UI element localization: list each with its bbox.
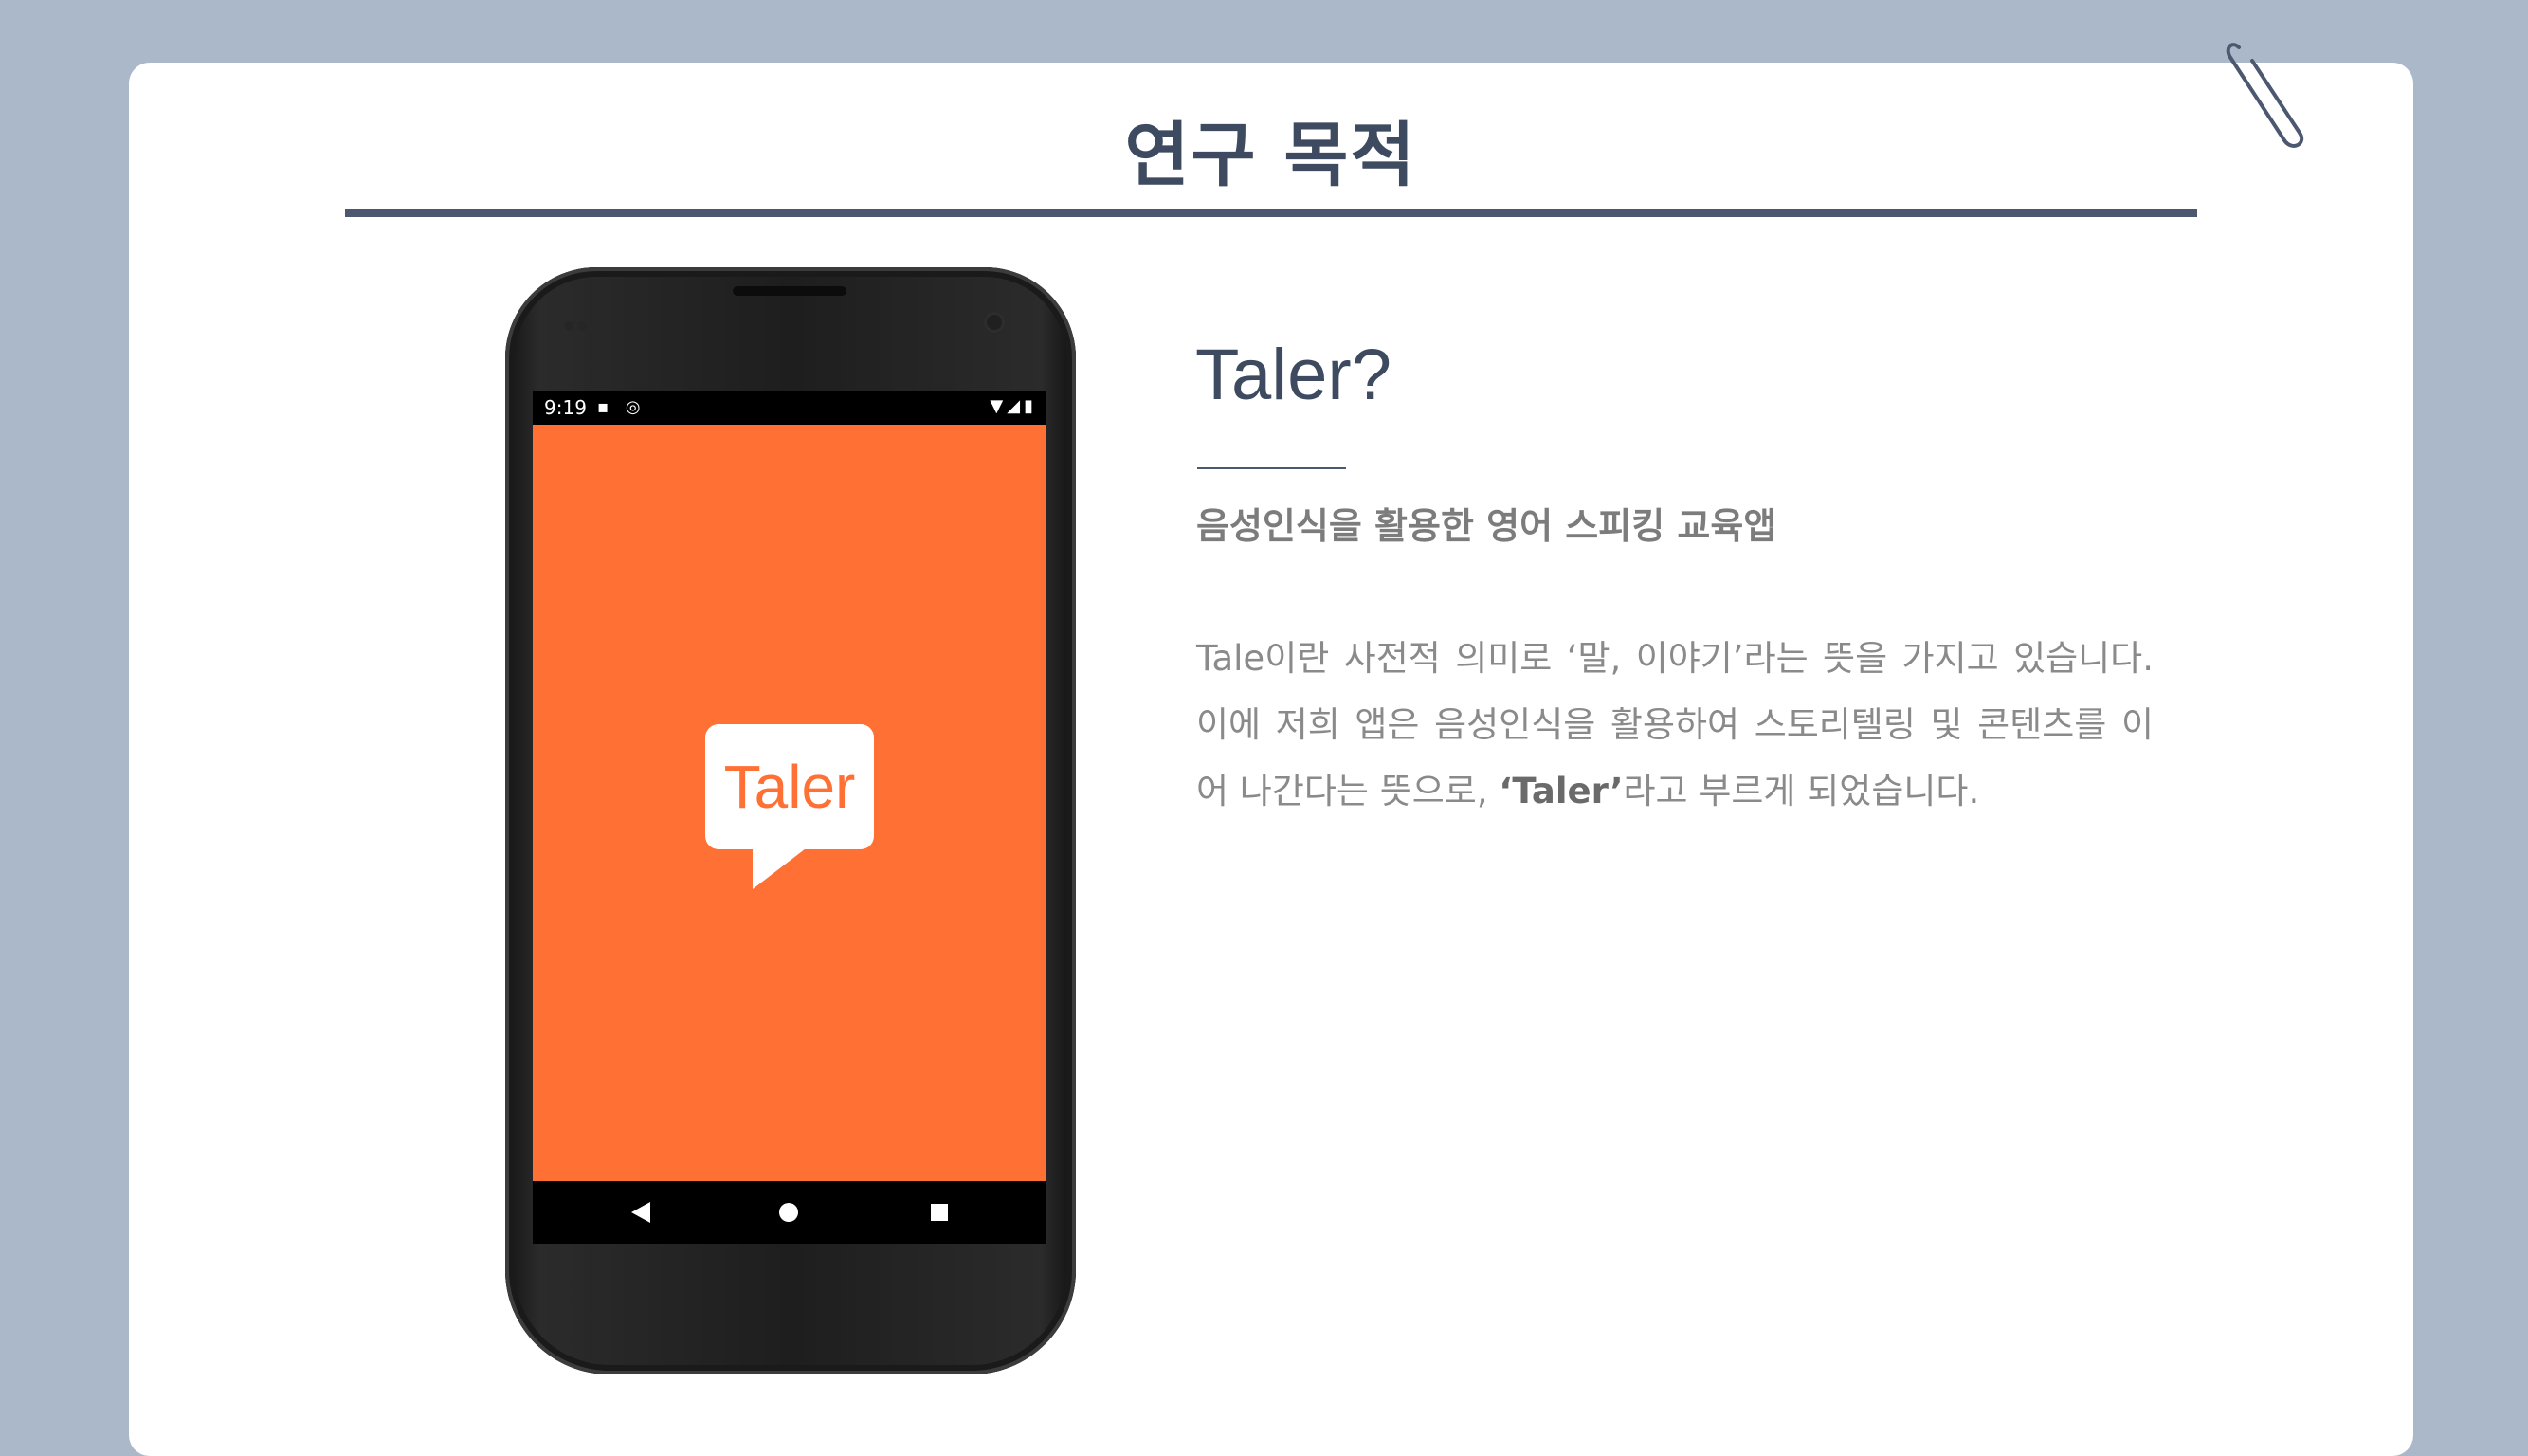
page-title: 연구 목적: [1124, 115, 1417, 196]
title-divider: [345, 209, 2197, 217]
description-paragraph: Tale이란 사전적 의미로 ‘말, 이야기’라는 뜻을 가지고 있습니다. 이…: [1196, 626, 2154, 825]
paragraph-emphasis: ‘Taler’: [1499, 771, 1624, 811]
speech-bubble-tail: [753, 846, 809, 889]
app-logo: Taler: [705, 724, 876, 895]
section-subheading: 음성인식을 활용한 영어 스피킹 교육앱: [1196, 505, 1777, 547]
status-time: 9:19: [544, 396, 587, 419]
status-notification-icons: ▪ ◎: [597, 397, 646, 417]
paragraph-text-2: 라고 부르게 되었습니다.: [1623, 771, 1980, 811]
status-signal-battery-icons: ▼◢▮: [990, 396, 1037, 416]
phone-screen: 9:19 ▪ ◎ ▼◢▮ Taler: [533, 391, 1046, 1244]
phone-speaker: [733, 286, 846, 296]
heading-divider: [1197, 467, 1346, 469]
phone-mockup: 9:19 ▪ ◎ ▼◢▮ Taler: [505, 267, 1076, 1374]
section-heading: Taler?: [1195, 335, 1391, 415]
speech-bubble-icon: Taler: [705, 724, 874, 849]
recent-apps-icon[interactable]: [931, 1204, 948, 1221]
front-camera-icon: [984, 312, 1005, 333]
android-nav-bar: [533, 1181, 1046, 1244]
app-logo-text: Taler: [723, 753, 856, 821]
home-icon[interactable]: [779, 1203, 798, 1222]
phone-sensors: [564, 317, 592, 331]
status-bar: 9:19 ▪ ◎ ▼◢▮: [533, 391, 1046, 425]
back-icon[interactable]: [631, 1202, 650, 1223]
